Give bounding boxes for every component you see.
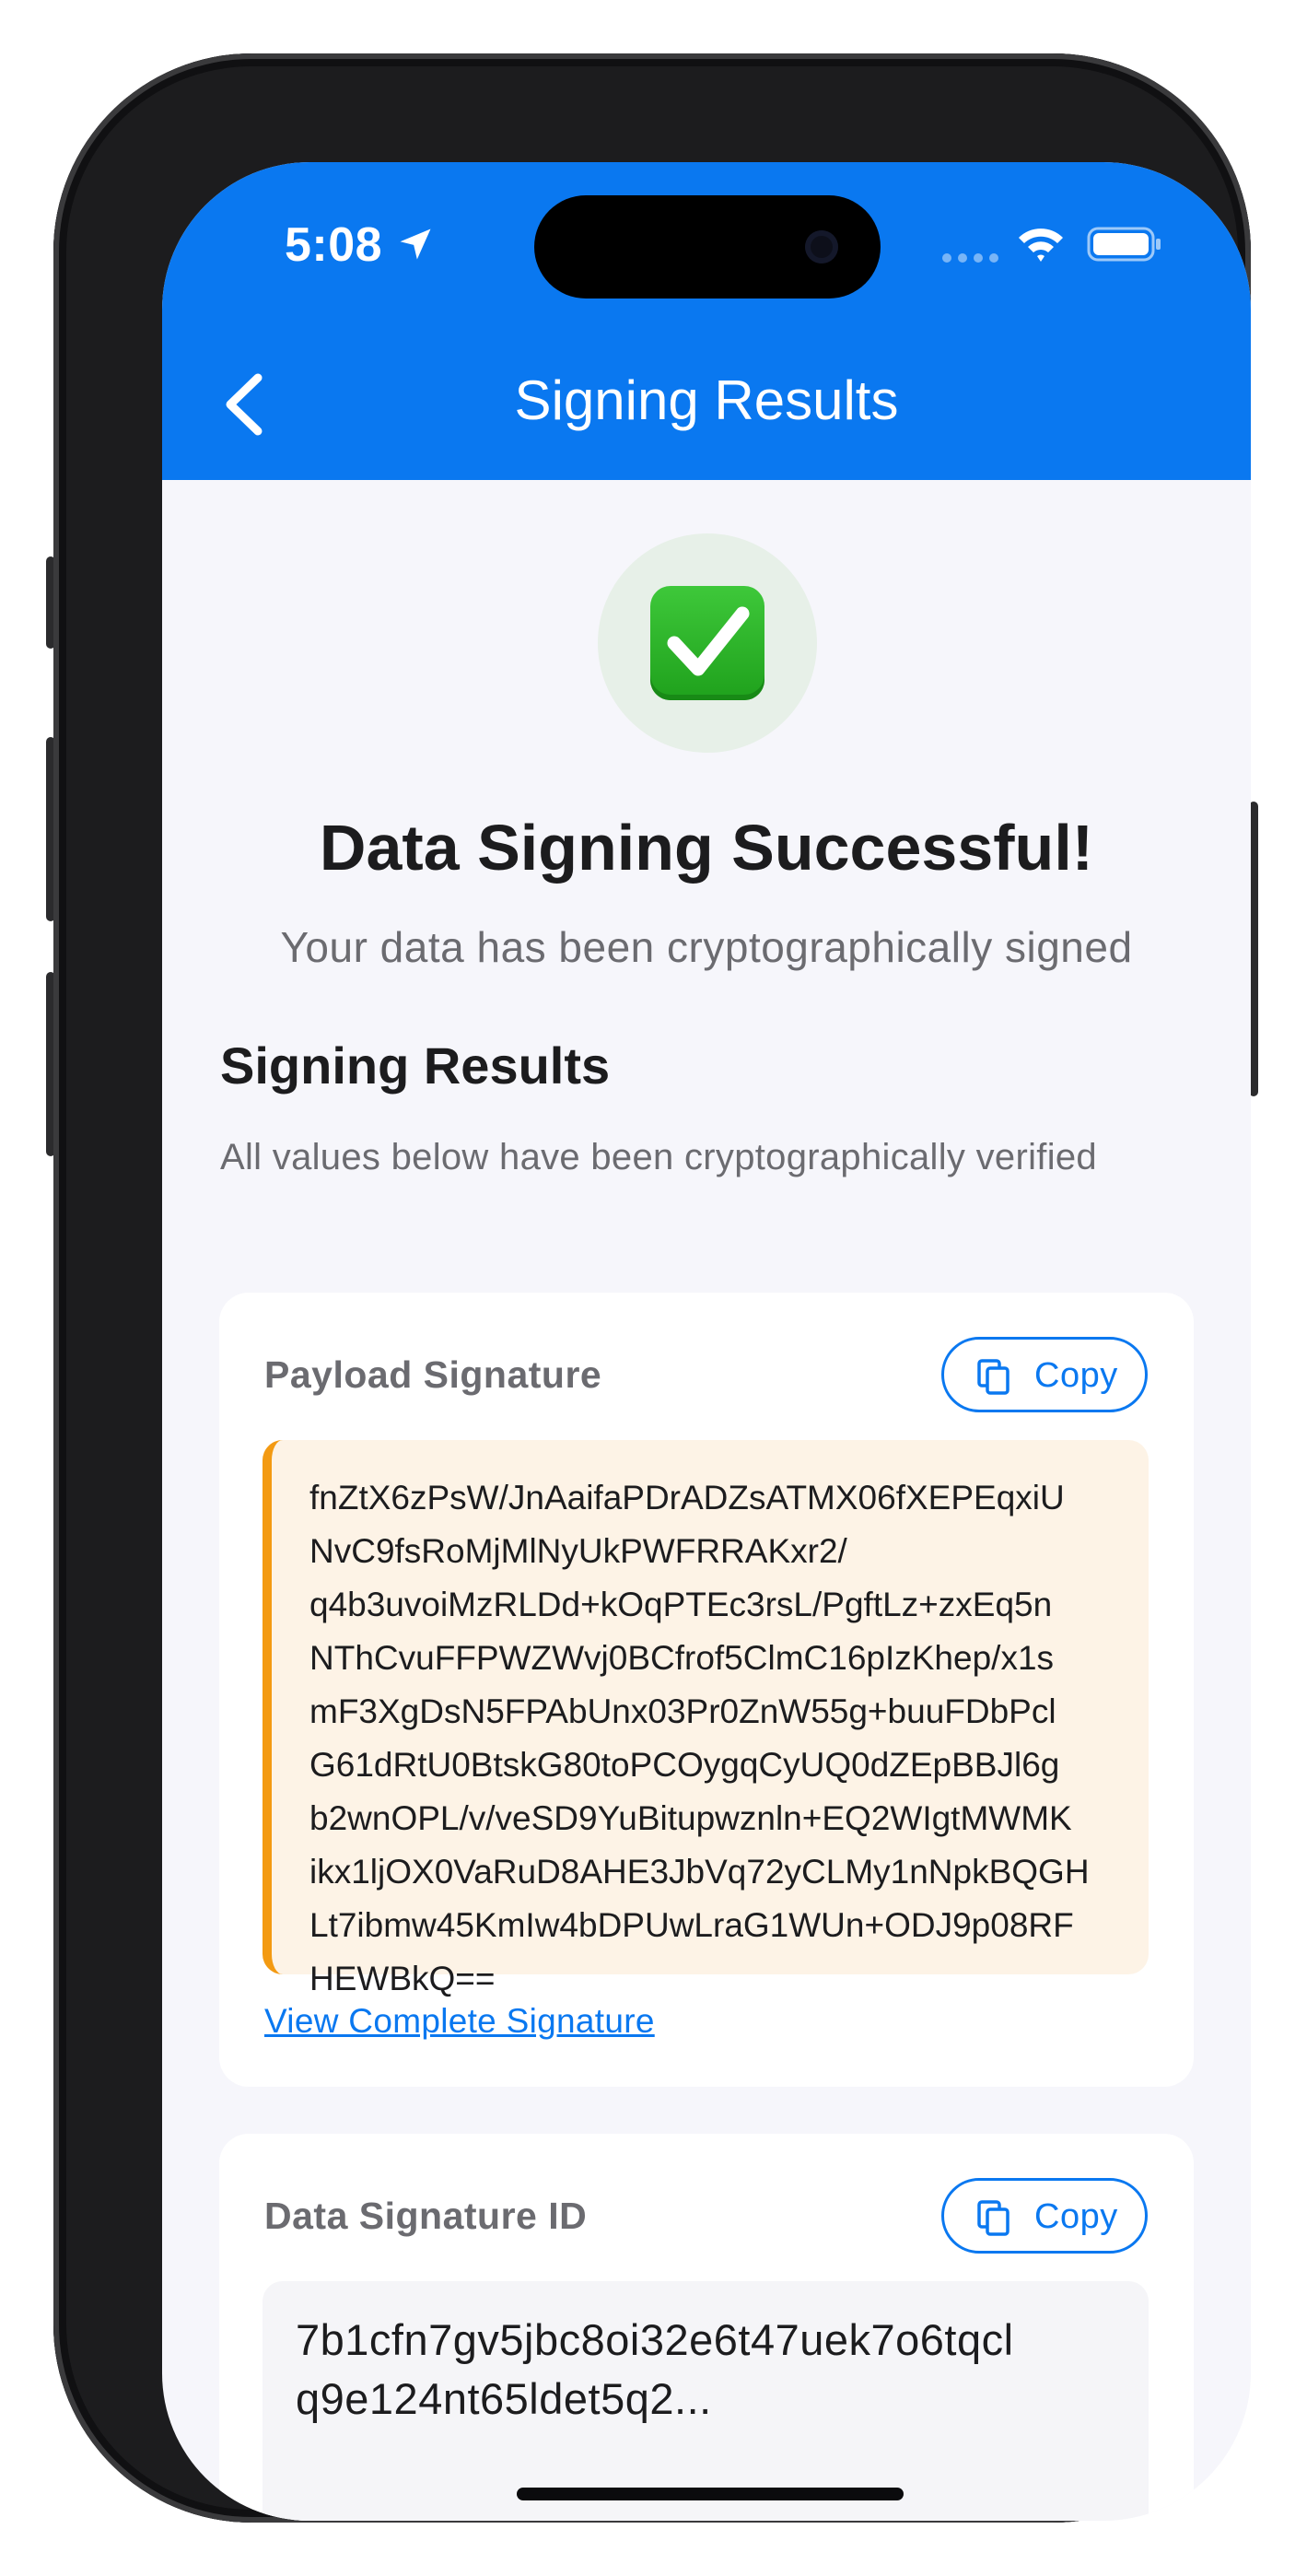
success-subtitle: Your data has been cryptographically sig…	[280, 923, 1133, 971]
data-signature-id-label: Data Signature ID	[264, 2195, 588, 2237]
copy-button-label: Copy	[1034, 2197, 1118, 2236]
signature-id-box: 7b1cfn7gv5jbc8oi32e6t47uek7o6tqcl q9e124…	[263, 2281, 1149, 2521]
status-time: 5:08	[285, 218, 383, 272]
payload-signature-label: Payload Signature	[264, 1353, 602, 1396]
copy-icon	[977, 1359, 1009, 1395]
copy-signature-button[interactable]: Copy	[941, 1337, 1148, 1412]
section-title: Signing Results	[220, 1036, 611, 1095]
success-badge	[598, 533, 817, 753]
battery-icon	[1087, 227, 1161, 262]
copy-button-label: Copy	[1034, 1356, 1118, 1395]
success-title: Data Signing Successful!	[319, 812, 1094, 884]
check-mark-icon	[667, 606, 750, 676]
home-indicator[interactable]	[517, 2488, 904, 2500]
data-signature-id-card: Data Signature ID Copy 7b1cfn7gv5jbc8oi3…	[219, 2134, 1194, 2521]
view-complete-signature-link[interactable]: View Complete Signature	[264, 2002, 655, 2041]
phone-frame: 5:08 Signing Results Data Signing Succes…	[53, 53, 1251, 2523]
copy-id-button[interactable]: Copy	[941, 2178, 1148, 2254]
wifi-icon	[1019, 228, 1063, 262]
navigation-bar: 5:08 Signing Results	[162, 162, 1251, 480]
cellular-signal-icon	[942, 253, 998, 263]
section-subtitle: All values below have been cryptographic…	[220, 1137, 1097, 1177]
copy-icon	[977, 2200, 1009, 2236]
dynamic-island	[534, 195, 881, 299]
camera-icon	[805, 230, 838, 263]
signature-box: fnZtX6zPsW/JnAaifaPDrADZsATMX06fXEPEqxiU…	[263, 1440, 1149, 1997]
location-arrow-icon	[400, 228, 431, 260]
signature-id-value: 7b1cfn7gv5jbc8oi32e6t47uek7o6tqcl q9e124…	[296, 2315, 1014, 2423]
nav-title: Signing Results	[514, 369, 899, 431]
screen: 5:08 Signing Results Data Signing Succes…	[162, 162, 1251, 2521]
payload-signature-card: Payload Signature Copy fnZtX6zPsW/JnAaif…	[219, 1293, 1194, 2087]
check-mark-button-icon	[650, 586, 764, 700]
signature-value: fnZtX6zPsW/JnAaifaPDrADZsATMX06fXEPEqxiU…	[309, 1479, 1090, 1997]
